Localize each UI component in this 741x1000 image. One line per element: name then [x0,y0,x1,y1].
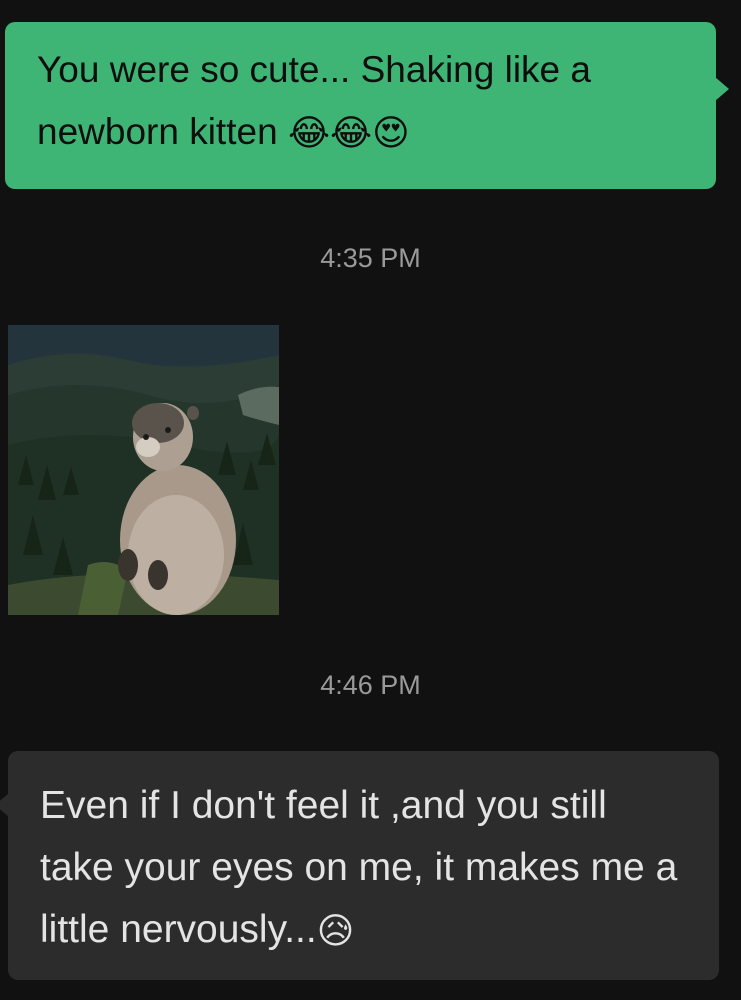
message-timestamp: 4:35 PM [320,243,421,273]
incoming-image-message[interactable] [8,325,279,615]
bubble-tail [715,77,729,101]
bubble-tail [0,793,9,817]
message-timestamp: 4:46 PM [320,670,421,700]
heart-eyes-emoji-icon: 😍 [372,113,410,155]
marmot-photo [8,325,279,615]
message-text: Even if I don't feel it ,and you still t… [40,784,678,951]
tears-of-joy-emoji-icon: 😂 [330,113,373,155]
outgoing-message-bubble[interactable]: You were so cute... Shaking like a newbo… [5,22,729,189]
sad-sweat-emoji-icon: 😥 [316,910,355,952]
tears-of-joy-emoji-icon: 😂 [287,113,331,155]
incoming-message-bubble[interactable]: Even if I don't feel it ,and you still t… [0,751,719,980]
